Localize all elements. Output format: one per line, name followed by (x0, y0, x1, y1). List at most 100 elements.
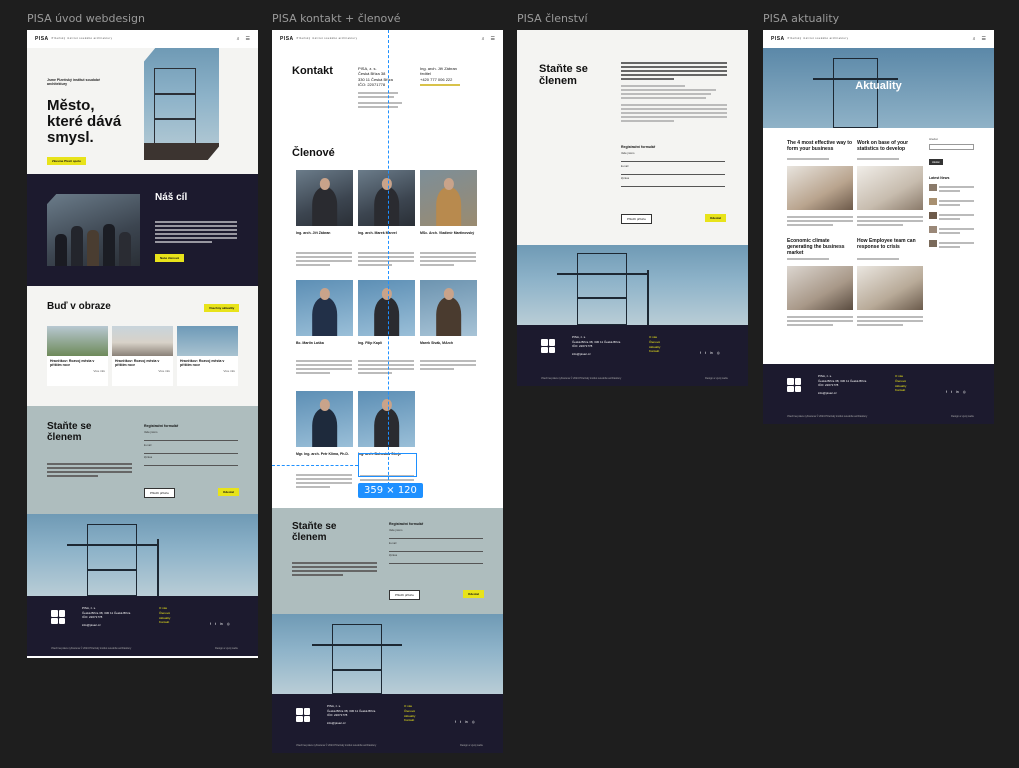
frame-home[interactable]: PISA Plzeňský institut soudobé architektu… (27, 30, 258, 658)
footer-link[interactable]: Kontakt (649, 349, 660, 354)
footer-link[interactable]: Členové (159, 611, 170, 616)
member-photo (358, 170, 415, 226)
attach-button[interactable]: Přiložit přílohu (144, 488, 176, 498)
name-field[interactable] (621, 161, 725, 162)
design-canvas: PISA úvod webdesign PISA kontakt + členo… (0, 0, 1019, 768)
send-button[interactable]: Odeslat (705, 214, 727, 222)
membership-text (621, 60, 727, 124)
site-logo[interactable]: PISA Plzeňský institut soudobé architektu… (35, 36, 113, 42)
join-section: Staňte se členem Registrační formulář Va… (272, 508, 503, 614)
frame-label-home[interactable]: PISA úvod webdesign (27, 12, 145, 25)
site-logo[interactable]: PISA Plzeňský institut soudobé architektu… (280, 36, 358, 42)
frame-membership[interactable]: Staňte se členem Registrační formulář Va… (517, 30, 748, 386)
social-icons[interactable]: f t in ◎ (946, 390, 966, 394)
hero-button[interactable]: Zkusme Plzeň spolu (47, 157, 86, 165)
membership-section: Staňte se členem Registrační formulář Va… (517, 30, 748, 245)
news-card-3[interactable]: Hravčíkov: Rozvoj města v příštím roce V… (177, 326, 238, 386)
latest-news-title: Latest News (929, 175, 950, 180)
footer-link[interactable]: Členové (404, 709, 415, 714)
email-field[interactable] (144, 452, 238, 453)
contact-title: Kontakt (292, 65, 333, 77)
member-name: MSc. Arch. Vladimír Martinovský (420, 231, 475, 235)
join-title: Staňte se členem (292, 521, 337, 543)
goal-title: Náš cíl (155, 192, 188, 203)
site-footer: PISA, z. s. Česká Bříza 38, 330 11 Česká … (517, 325, 748, 386)
site-logo[interactable]: PISA Plzeňský institut soudobé architektu… (771, 36, 849, 42)
footer-link[interactable]: Kontakt (404, 718, 415, 723)
frame-label-news[interactable]: PISA aktuality (763, 12, 839, 25)
tower-photo (27, 514, 258, 596)
attach-button[interactable]: Přiložit přílohu (389, 590, 421, 600)
member-photo (358, 280, 415, 336)
footer-link[interactable]: Členové (649, 340, 660, 345)
goal-text (155, 219, 237, 245)
member-photo (358, 391, 415, 447)
hero-kicker: Jsme Plzeňský institut soudobé architekt… (47, 78, 101, 86)
member-name: Mgr. Ing. arch. Petr Klima, Ph.D. (296, 452, 349, 456)
latest-news-item[interactable] (929, 183, 974, 194)
email-field[interactable] (389, 550, 483, 551)
news-list: The 4 most effective way to form your bu… (763, 128, 994, 364)
tower-photo (272, 614, 503, 694)
attach-button[interactable]: Přiložit přílohu (621, 214, 653, 224)
news-card-2[interactable]: Hravčíkov: Rozvoj města v příštím roce V… (112, 326, 173, 386)
footer-link[interactable]: Kontakt (895, 388, 906, 393)
article-title[interactable]: Work on base of your statistics to devel… (857, 140, 923, 152)
join-title: Staňte se členem (47, 421, 92, 443)
latest-news-item[interactable] (929, 211, 974, 222)
article-image[interactable] (787, 266, 853, 310)
article-title[interactable]: How Employee team can response to crisis (857, 238, 923, 250)
send-button[interactable]: Odeslat (463, 590, 485, 598)
site-footer: PISA, z. s. Česká Bříza 38, 330 11 Česká … (272, 694, 503, 753)
message-field[interactable] (621, 186, 725, 187)
site-footer: PISA, z. s. Česká Bříza 38, 330 11 Česká … (763, 364, 994, 424)
registration-form: Registrační formulář Vaše jméno E-mail Z… (144, 424, 238, 466)
email-field[interactable] (621, 173, 725, 174)
menu-icon[interactable]: ☰ (246, 36, 250, 42)
frame-label-membership[interactable]: PISA členství (517, 12, 588, 25)
member-name: Ing. Filip Kaplí (358, 341, 382, 345)
member-name: Ing. arch. Marek Marvel (358, 231, 397, 235)
article-title[interactable]: The 4 most effective way to form your bu… (787, 140, 853, 152)
social-icons[interactable]: f t in ◎ (210, 622, 230, 626)
search-icon[interactable]: ⌕ (973, 36, 976, 42)
message-field[interactable] (389, 563, 483, 564)
hero-title: Město, které dává smysl. (47, 97, 122, 146)
footer-link[interactable]: Kontakt (159, 620, 170, 625)
footer-link[interactable]: Členové (895, 379, 906, 384)
news-section: Buď v obraze Všechny aktuality Hravčíkov… (27, 286, 258, 406)
search-icon[interactable]: ⌕ (482, 36, 485, 42)
frame-label-contact[interactable]: PISA kontakt + členové (272, 12, 401, 25)
article-image[interactable] (857, 166, 923, 210)
contact-address: PISA, z. s. Česká Bříza 38 330 11 Česká Bř… (358, 66, 402, 110)
search-button[interactable]: Hledat (929, 159, 943, 166)
members-title: Členové (292, 147, 335, 159)
article-title[interactable]: Economic climate generating the business… (787, 238, 853, 256)
message-field[interactable] (144, 465, 238, 466)
news-card-1[interactable]: Hravčíkov: Rozvoj města v příštím roce V… (47, 326, 108, 386)
site-header: PISA Plzeňský institut soudobé architektu… (27, 30, 258, 48)
goal-button[interactable]: Naše členové (155, 254, 185, 262)
name-field[interactable] (389, 538, 483, 539)
all-news-button[interactable]: Všechny aktuality (204, 304, 240, 312)
member-name: Marek Sivák, MArch (420, 341, 454, 345)
article-image[interactable] (857, 266, 923, 310)
footer-logo (51, 610, 65, 624)
send-button[interactable]: Odeslat (218, 488, 240, 496)
latest-news-item[interactable] (929, 239, 974, 250)
social-icons[interactable]: f t in ◎ (455, 720, 475, 724)
latest-news-item[interactable] (929, 197, 974, 208)
registration-form: Registrační formulář Vaše jméno E-mail Z… (621, 145, 725, 187)
name-field[interactable] (144, 440, 238, 441)
search-input[interactable] (929, 143, 974, 150)
social-icons[interactable]: f t in ◎ (700, 351, 720, 355)
selection-size-badge: 359 × 120 (358, 483, 423, 498)
article-image[interactable] (787, 166, 853, 210)
latest-news-item[interactable] (929, 225, 974, 236)
selection-box[interactable] (358, 453, 417, 477)
registration-form: Registrační formulář Vaše jméno E-mail Z… (389, 522, 483, 564)
frame-news[interactable]: PISA Plzeňský institut soudobé architektu… (763, 30, 994, 424)
menu-icon[interactable]: ☰ (982, 36, 986, 42)
menu-icon[interactable]: ☰ (491, 36, 495, 42)
search-icon[interactable]: ⌕ (237, 36, 240, 42)
